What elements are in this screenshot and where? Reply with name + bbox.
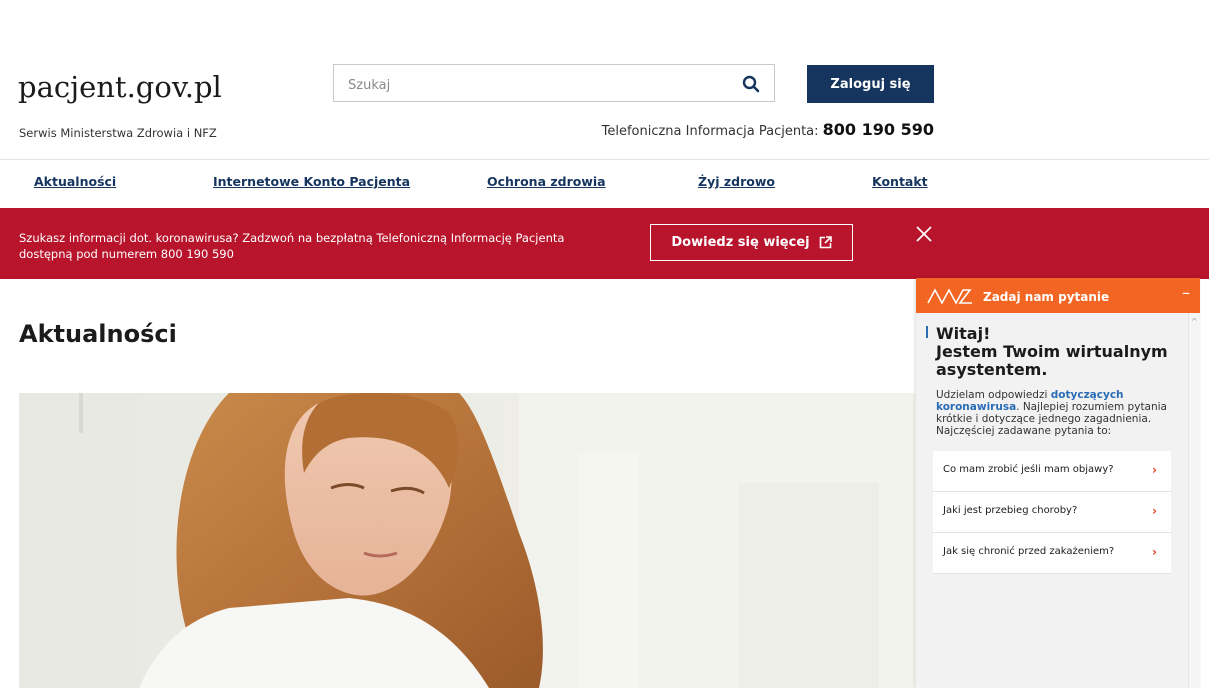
faq-item[interactable]: Co mam zrobić jeśli mam objawy? › bbox=[933, 451, 1171, 492]
nav-item-health-protection[interactable]: Ochrona zdrowia bbox=[487, 174, 606, 189]
external-link-icon bbox=[819, 236, 832, 249]
search-icon[interactable] bbox=[742, 75, 760, 93]
chat-body: Witaj! Jestem Twoim wirtualnym asystente… bbox=[916, 313, 1188, 688]
chat-scrollbar[interactable]: ^ bbox=[1188, 313, 1200, 688]
learn-more-label: Dowiedz się więcej bbox=[671, 235, 810, 250]
greeting-line-1: Witaj! bbox=[936, 324, 991, 343]
assistant-intro: Udzielam odpowiedzi dotyczących koronawi… bbox=[936, 389, 1176, 437]
banner-text: Szukasz informacji dot. koronawirusa? Za… bbox=[19, 231, 565, 261]
assistant-greeting: Witaj! Jestem Twoim wirtualnym asystente… bbox=[936, 325, 1176, 379]
woman-photo bbox=[79, 393, 915, 688]
faq-question: Jaki jest przebieg choroby? bbox=[943, 505, 1078, 516]
virtual-assistant-widget: Zadaj nam pytanie – Witaj! Jestem Twoim … bbox=[916, 278, 1200, 688]
faq-item[interactable]: Jaki jest przebieg choroby? › bbox=[933, 492, 1171, 533]
greeting-marker bbox=[926, 326, 928, 338]
header-divider bbox=[0, 159, 1209, 160]
search-box[interactable] bbox=[333, 64, 775, 102]
hotline-number[interactable]: 800 190 590 bbox=[823, 120, 934, 139]
intro-before: Udzielam odpowiedzi bbox=[936, 389, 1048, 401]
article-hero-image[interactable] bbox=[19, 393, 915, 688]
nav-item-live-healthy[interactable]: Żyj zdrowo bbox=[698, 174, 775, 189]
nav-item-patient-account[interactable]: Internetowe Konto Pacjenta bbox=[213, 174, 410, 189]
nav-item-contact[interactable]: Kontakt bbox=[872, 174, 928, 189]
chat-header[interactable]: Zadaj nam pytanie – bbox=[916, 278, 1200, 313]
assistant-logo-icon bbox=[927, 288, 972, 305]
hotline-label: Telefoniczna Informacja Pacjenta: bbox=[601, 124, 819, 139]
login-button[interactable]: Zaloguj się bbox=[807, 65, 934, 103]
close-icon[interactable] bbox=[914, 224, 934, 244]
faq-question: Co mam zrobić jeśli mam objawy? bbox=[943, 464, 1114, 475]
minimize-button[interactable]: – bbox=[1182, 283, 1190, 302]
chevron-right-icon: › bbox=[1152, 504, 1157, 518]
search-input[interactable] bbox=[346, 74, 730, 96]
nav-item-news[interactable]: Aktualności bbox=[34, 174, 116, 189]
faq-question: Jak się chronić przed zakażeniem? bbox=[943, 546, 1115, 557]
faq-item[interactable]: Jak się chronić przed zakażeniem? › bbox=[933, 533, 1171, 574]
chat-title: Zadaj nam pytanie bbox=[983, 290, 1110, 304]
covid-info-banner: Szukasz informacji dot. koronawirusa? Za… bbox=[0, 208, 1209, 279]
patient-hotline: Telefoniczna Informacja Pacjenta: 800 19… bbox=[602, 120, 934, 139]
greeting-line-2: Jestem Twoim wirtualnym asystentem. bbox=[936, 342, 1168, 379]
learn-more-button[interactable]: Dowiedz się więcej bbox=[650, 224, 853, 261]
page-title: Aktualności bbox=[19, 320, 177, 348]
site-logo[interactable]: pacjent.gov.pl bbox=[18, 70, 222, 104]
scroll-up-icon[interactable]: ^ bbox=[1191, 317, 1198, 326]
site-tagline: Serwis Ministerstwa Zdrowia i NFZ bbox=[19, 126, 217, 140]
chevron-right-icon: › bbox=[1152, 545, 1157, 559]
chevron-right-icon: › bbox=[1152, 463, 1157, 477]
